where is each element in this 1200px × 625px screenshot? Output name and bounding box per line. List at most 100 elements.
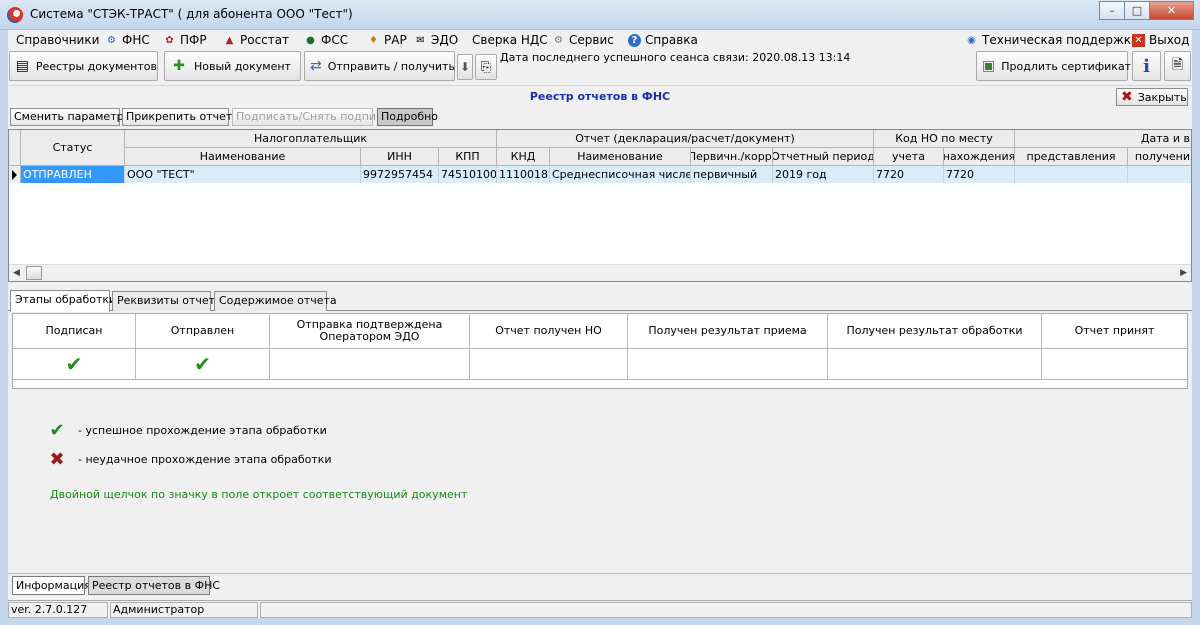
registry-title: Реестр отчетов в ФНС — [529, 90, 671, 103]
main-toolbar: ▤ Реестры документов ✚ Новый документ ⇄ Отп… — [8, 50, 1192, 84]
menu-rar[interactable]: ♦ РАР — [367, 33, 407, 47]
menu-help[interactable]: ? Справка — [628, 33, 698, 47]
menu-exit[interactable]: ✕ Выход — [1132, 33, 1189, 47]
detail-tabs: Этапы обработки Реквизиты отчета Содержи… — [8, 290, 1192, 312]
table-row-report-name[interactable]: Среднесписочная числен... — [550, 166, 691, 183]
pdf-button[interactable]: 🗎 — [1164, 51, 1191, 81]
menu-edo[interactable]: ✉ ЭДО — [414, 33, 458, 47]
table-row-name[interactable]: ООО "ТЕСТ" — [125, 166, 361, 183]
change-params-button[interactable]: Сменить параметры — [10, 108, 132, 126]
scrollbar-thumb[interactable] — [26, 266, 42, 280]
col-report-name[interactable]: Наименование — [550, 148, 691, 166]
version-label: ver. 2.7.0.127 — [8, 602, 108, 618]
stage-cell-edo-confirmed[interactable] — [270, 349, 470, 380]
table-row-knd[interactable]: 1110018 — [497, 166, 550, 183]
stage-cell-signed[interactable]: ✔ — [13, 349, 136, 380]
cross-icon: ✖ — [49, 449, 65, 470]
fns-icon: ⚙ — [107, 34, 116, 46]
stages-table: Подписан Отправлен Отправка подтверждена… — [12, 313, 1188, 389]
gear-icon: ⚙ — [554, 34, 563, 46]
table-row-period[interactable]: 2019 год — [773, 166, 874, 183]
menu-directories[interactable]: Справочники — [16, 33, 99, 47]
registry-toolbar: Сменить параметры Прикрепить отчет... По… — [8, 108, 1192, 128]
send-receive-button[interactable]: ⇄ Отправить / получить — [304, 51, 455, 81]
maximize-button[interactable]: □ — [1124, 1, 1150, 20]
window-frame-right — [1192, 30, 1200, 625]
rosstat-icon: ▲ — [225, 34, 234, 46]
col-location[interactable]: нахождения — [944, 148, 1015, 166]
tab-information[interactable]: Информация — [12, 576, 91, 595]
double-click-hint: Двойной щелчок по значку в поле откроет … — [50, 488, 468, 501]
col-submission[interactable]: представления — [1015, 148, 1128, 166]
stage-header-accepted: Отчет принят — [1042, 314, 1187, 349]
details-button[interactable]: Подробно — [377, 108, 438, 126]
menu-fss[interactable]: ● ФСС — [304, 33, 348, 47]
certificate-icon: ▣ — [982, 58, 996, 74]
info-button[interactable]: i — [1132, 51, 1161, 81]
title-bar: Система "СТЭК-ТРАСТ" ( для абонента ООО … — [0, 0, 1200, 30]
table-row-submission[interactable] — [1015, 166, 1128, 183]
pfr-icon: ✿ — [165, 34, 174, 46]
table-row-account[interactable]: 7720 — [874, 166, 944, 183]
stage-cell-accepted[interactable] — [1042, 349, 1187, 380]
tab-report-contents[interactable]: Содержимое отчета — [214, 291, 337, 311]
tab-fns-registry[interactable]: Реестр отчетов в ФНС — [88, 576, 220, 595]
registry-header: Реестр отчетов в ФНС ✖ Закрыть — [8, 85, 1192, 107]
stage-cell-processing-result[interactable] — [828, 349, 1042, 380]
group-report: Отчет (декларация/расчет/документ) — [497, 130, 874, 148]
send-receive-icon: ⇄ — [310, 58, 322, 74]
registries-button[interactable]: ▤ Реестры документов — [9, 51, 158, 81]
menu-service[interactable]: ⚙ Сервис — [552, 33, 614, 47]
renew-certificate-button[interactable]: ▣ Продлить сертификат — [976, 51, 1131, 81]
batch-button[interactable]: ⎘ — [475, 54, 497, 80]
col-primary[interactable]: Первичн./корр. — [691, 148, 773, 166]
table-row-inn[interactable]: 9972957454 — [361, 166, 439, 183]
table-row-kpp[interactable]: 745101001 — [439, 166, 497, 183]
download-button[interactable]: ⬇ — [457, 54, 473, 80]
group-tax-office: Код НО по месту — [874, 130, 1015, 148]
window-title: Система "СТЭК-ТРАСТ" ( для абонента ООО … — [30, 7, 353, 21]
table-row-receipt[interactable] — [1128, 166, 1191, 183]
menu-rosstat[interactable]: ▲ Росстат — [223, 33, 289, 47]
sign-unsign-button[interactable]: Подписать/Снять подпись — [232, 108, 389, 126]
scroll-left-icon[interactable]: ◀ — [13, 268, 20, 278]
check-icon[interactable]: ✔ — [194, 354, 211, 374]
table-row-primary[interactable]: первичный — [691, 166, 773, 183]
table-row-location[interactable]: 7720 — [944, 166, 1015, 183]
horizontal-scrollbar[interactable]: ◀ ▶ — [9, 264, 1191, 281]
col-knd[interactable]: КНД — [497, 148, 550, 166]
legend-success: ✔ - успешное прохождение этапа обработки — [48, 420, 326, 441]
new-document-button[interactable]: ✚ Новый документ — [164, 51, 301, 81]
exit-icon: ✕ — [1132, 33, 1145, 47]
close-registry-button[interactable]: ✖ Закрыть — [1116, 88, 1188, 106]
col-account[interactable]: учета — [874, 148, 944, 166]
table-row-status[interactable]: ОТПРАВЛЕН — [21, 166, 125, 183]
menu-pfr[interactable]: ✿ ПФР — [163, 33, 206, 47]
check-icon[interactable]: ✔ — [66, 354, 83, 374]
col-period[interactable]: Отчетный период — [773, 148, 874, 166]
col-status[interactable]: Статус — [21, 130, 125, 166]
check-icon: ✔ — [49, 420, 65, 441]
tab-report-details[interactable]: Реквизиты отчета — [112, 291, 222, 311]
stage-cell-acceptance-result[interactable] — [628, 349, 828, 380]
close-window-button[interactable]: ✕ — [1149, 1, 1194, 20]
menu-tech-support[interactable]: ◉ Техническая поддержка — [965, 33, 1138, 47]
col-receipt[interactable]: получени — [1128, 148, 1191, 166]
attach-report-button[interactable]: Прикрепить отчет... — [122, 108, 243, 126]
col-name[interactable]: Наименование — [125, 148, 361, 166]
stage-cell-sent[interactable]: ✔ — [136, 349, 270, 380]
tab-processing-stages[interactable]: Этапы обработки — [10, 290, 116, 312]
col-inn[interactable]: ИНН — [361, 148, 439, 166]
fss-icon: ● — [306, 34, 315, 46]
menu-vat-reconciliation[interactable]: Сверка НДС — [472, 33, 548, 47]
col-kpp[interactable]: КПП — [439, 148, 497, 166]
minimize-button[interactable]: – — [1099, 1, 1125, 20]
menu-fns[interactable]: ⚙ ФНС — [105, 33, 150, 47]
stage-cell-received-by-no[interactable] — [470, 349, 628, 380]
status-bar: ver. 2.7.0.127 Администратор — [8, 600, 1192, 618]
rar-icon: ♦ — [369, 34, 378, 46]
reports-grid: Статус Налогоплательщик Отчет (деклараци… — [8, 129, 1192, 282]
stage-header-received-by-no: Отчет получен НО — [470, 314, 628, 349]
scroll-right-icon[interactable]: ▶ — [1180, 268, 1187, 278]
group-dates: Дата и в — [1015, 130, 1191, 148]
